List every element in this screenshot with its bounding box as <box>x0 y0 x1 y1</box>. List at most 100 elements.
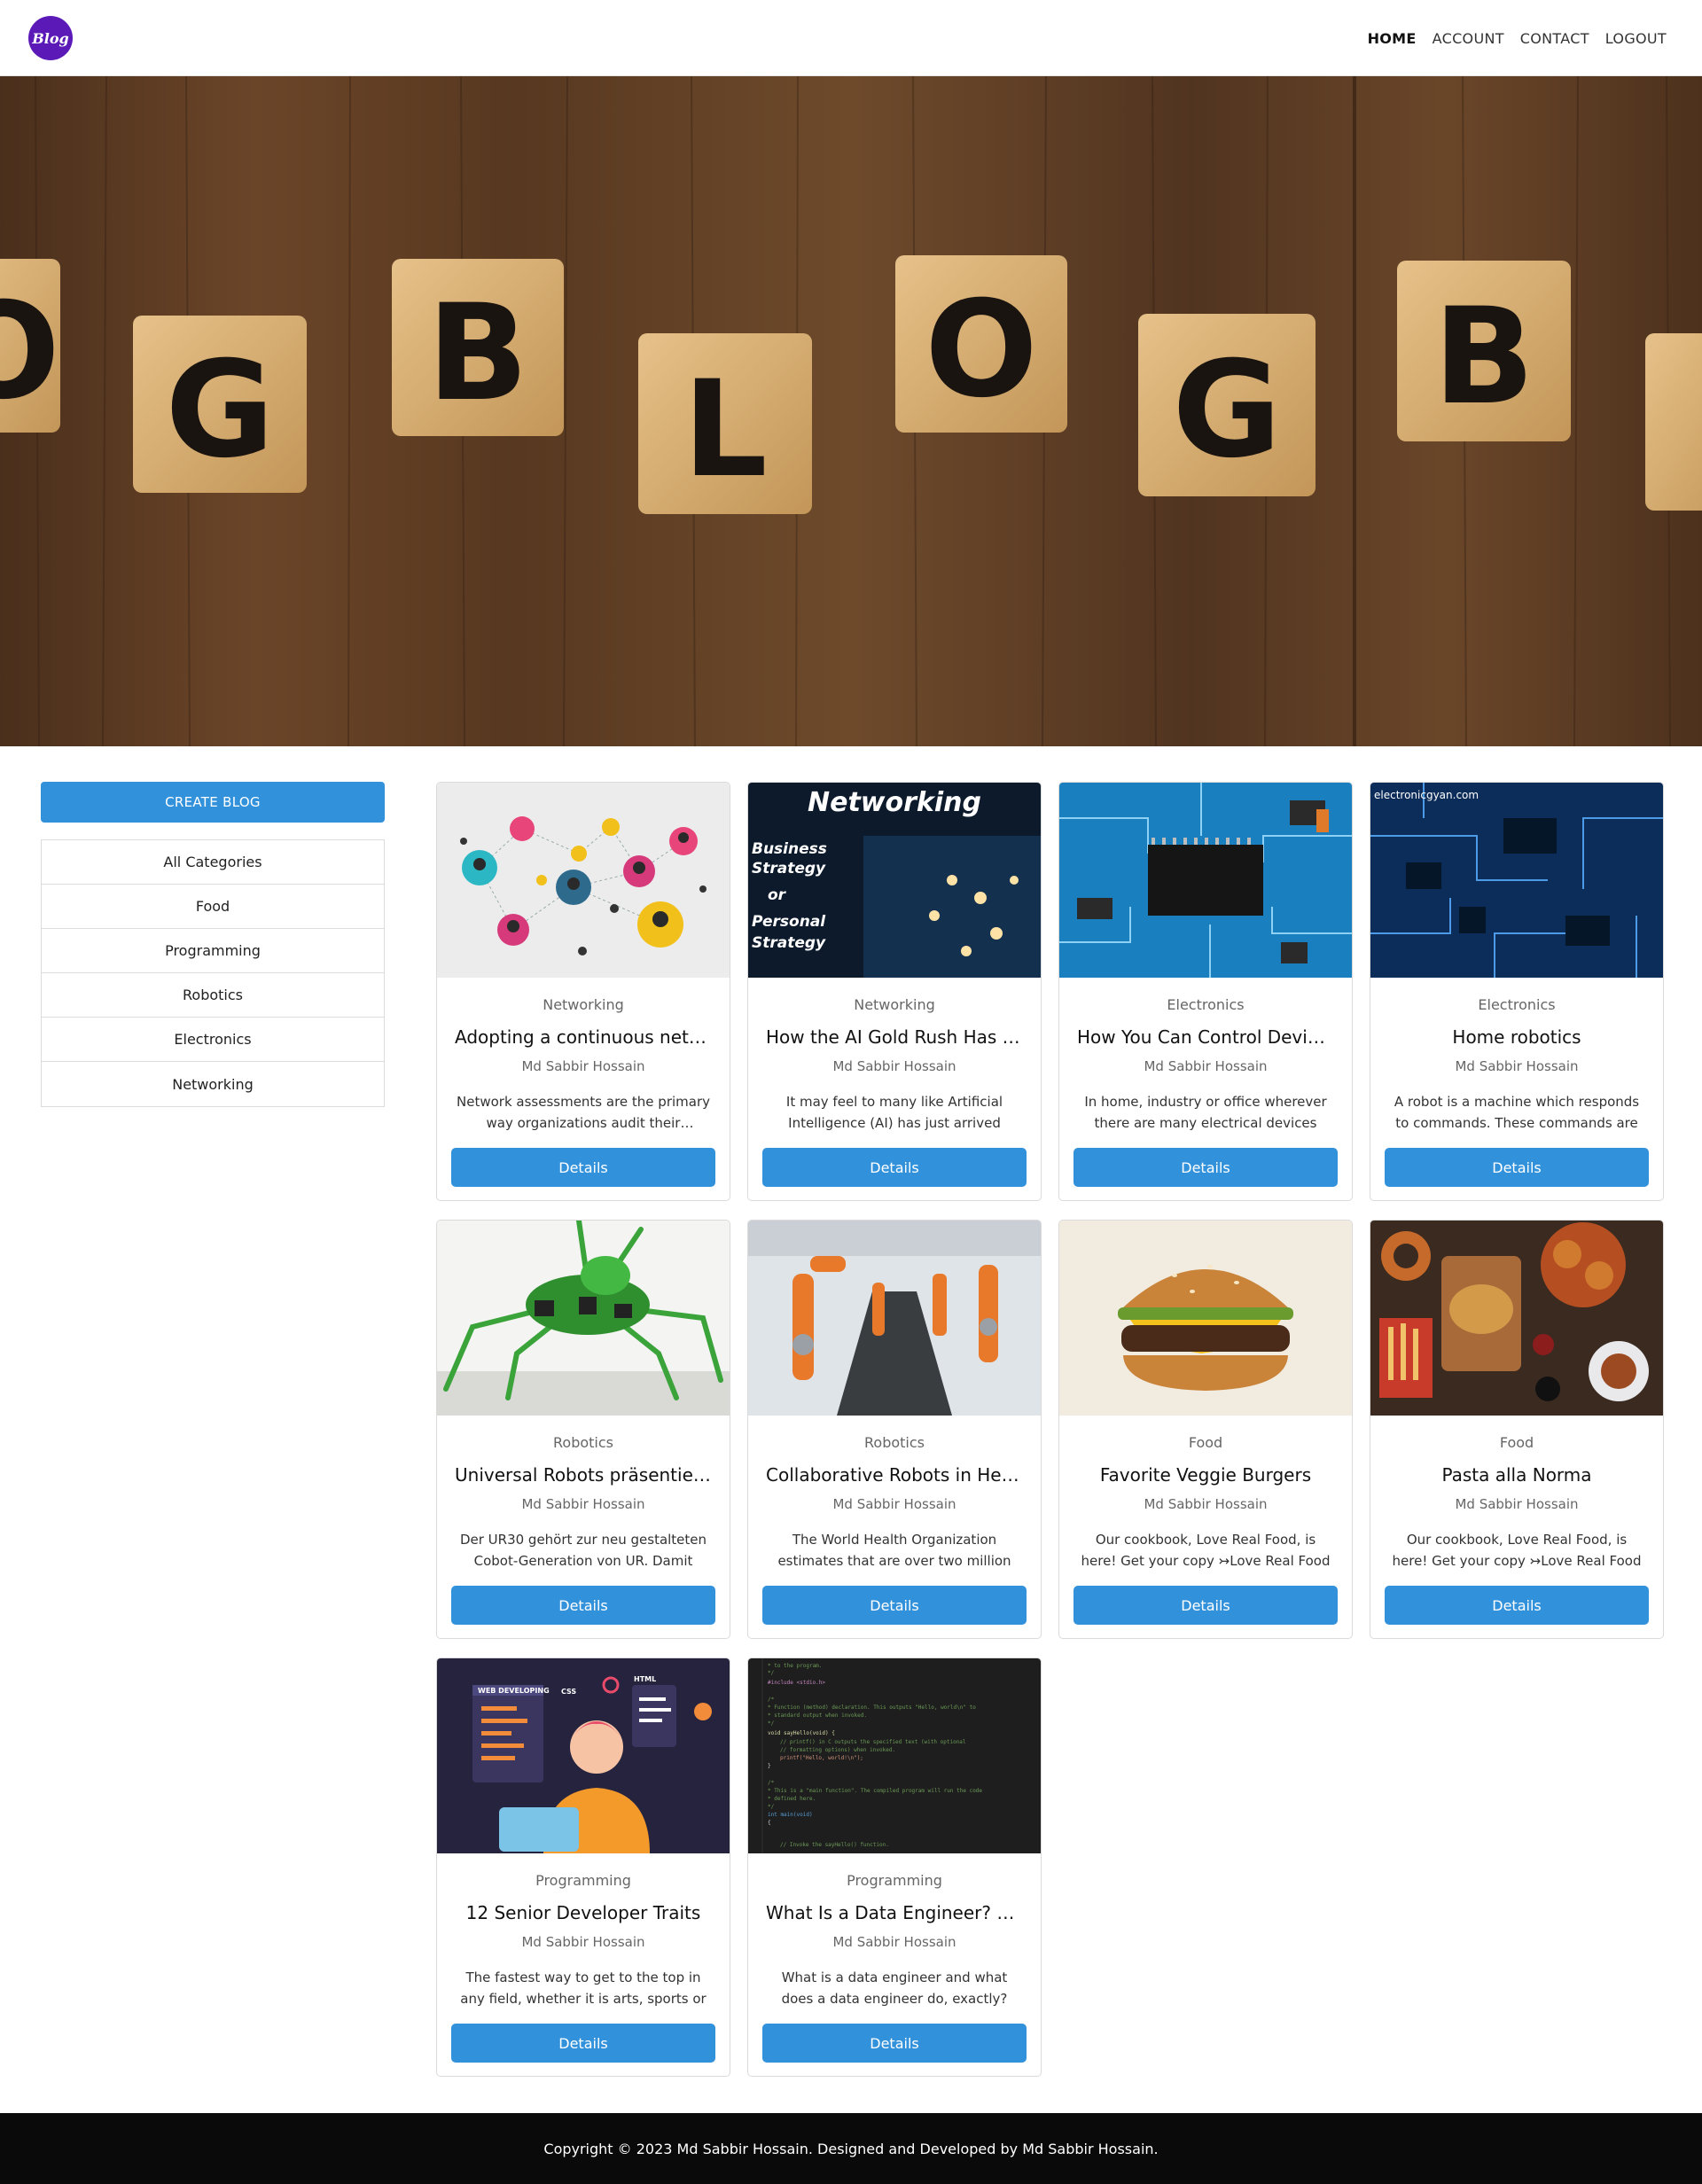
code-line: printf("Hello, world!\n"); <box>780 1755 863 1761</box>
category-programming[interactable]: Programming <box>42 929 384 973</box>
post-title: Collaborative Robots in Healthcare <box>766 1464 1023 1486</box>
post-title: Home robotics <box>1452 1026 1581 1048</box>
post-image-network-people <box>437 783 730 978</box>
hero-wood-image: O G B L O G B <box>0 76 1702 746</box>
details-button[interactable]: Details <box>762 1586 1027 1625</box>
post-excerpt: Network assessments are the primary way … <box>457 1094 710 1131</box>
code-line: /* <box>768 1780 775 1786</box>
category-food[interactable]: Food <box>42 885 384 929</box>
post-card: Electronics How You Can Control Devices … <box>1058 782 1353 1201</box>
post-category: Programming <box>847 1872 942 1889</box>
code-line: */ <box>768 1804 775 1810</box>
image-caption: CSS <box>561 1688 576 1696</box>
image-caption: Business <box>752 840 827 858</box>
post-title: 12 Senior Developer Traits <box>465 1902 701 1923</box>
category-robotics[interactable]: Robotics <box>42 973 384 1018</box>
post-title: How You Can Control Devices <box>1077 1026 1334 1048</box>
post-card: Food Favorite Veggie Burgers Md Sabbir H… <box>1058 1220 1353 1639</box>
post-title: What Is a Data Engineer? A Guide <box>766 1902 1023 1923</box>
details-button[interactable]: Details <box>451 1586 715 1625</box>
post-image-networking-strategy: Networking Business Strategy or Personal… <box>748 783 1041 978</box>
code-line: #include <stdio.h> <box>768 1680 825 1686</box>
post-title: Pasta alla Norma <box>1441 1464 1592 1486</box>
post-category: Robotics <box>553 1434 613 1451</box>
hero-tile-letter-3: B <box>427 277 528 431</box>
code-line: * defined here. <box>768 1796 816 1802</box>
category-all[interactable]: All Categories <box>42 840 384 885</box>
details-button[interactable]: Details <box>1385 1148 1649 1187</box>
post-author: Md Sabbir Hossain <box>521 1934 645 1950</box>
image-caption: Personal <box>752 913 826 931</box>
hero-tile-letter-5: O <box>925 273 1038 427</box>
post-category: Food <box>1499 1434 1534 1451</box>
post-excerpt: The fastest way to get to the top in any… <box>460 1970 707 2007</box>
post-author: Md Sabbir Hossain <box>832 1058 956 1074</box>
post-excerpt: Our cookbook, Love Real Food, is here! G… <box>1081 1532 1331 1569</box>
code-line: // Invoke the sayHello() function. <box>780 1842 889 1848</box>
post-excerpt: In home, industry or office wherever the… <box>1084 1094 1327 1131</box>
create-blog-button[interactable]: CREATE BLOG <box>41 782 385 823</box>
category-list: All Categories Food Programming Robotics… <box>41 839 385 1107</box>
post-author: Md Sabbir Hossain <box>832 1934 956 1950</box>
image-caption: WEB DEVELOPING <box>478 1687 550 1695</box>
post-card: Networking Adopting a continuous network… <box>436 782 730 1201</box>
post-author: Md Sabbir Hossain <box>521 1058 645 1074</box>
post-category: Robotics <box>864 1434 925 1451</box>
post-author: Md Sabbir Hossain <box>1455 1496 1579 1512</box>
hero-banner: O G B L O G B <box>0 76 1702 746</box>
details-button[interactable]: Details <box>1074 1148 1338 1187</box>
hero-tile-letter-7: B <box>1433 280 1534 434</box>
details-button[interactable]: Details <box>1385 1586 1649 1625</box>
post-author: Md Sabbir Hossain <box>1455 1058 1579 1074</box>
nav-logout-link[interactable]: LOGOUT <box>1605 30 1667 47</box>
brand-logo[interactable]: Blog <box>28 16 73 60</box>
image-caption: Networking <box>808 787 981 818</box>
post-category: Networking <box>854 996 935 1013</box>
details-button[interactable]: Details <box>451 1148 715 1187</box>
category-networking[interactable]: Networking <box>42 1062 384 1106</box>
image-caption: electronicgyan.com <box>1374 789 1479 801</box>
hero-tile-letter-2: G <box>165 333 274 488</box>
image-caption: HTML <box>634 1675 656 1683</box>
details-button[interactable]: Details <box>762 2024 1027 2063</box>
hero-tile-letter-6: G <box>1172 333 1281 488</box>
post-category: Networking <box>543 996 624 1013</box>
details-button[interactable]: Details <box>451 2024 715 2063</box>
code-line: * Function (method) declaration. This ou… <box>768 1704 976 1711</box>
footer: Copyright © 2023 Md Sabbir Hossain. Desi… <box>0 2113 1702 2184</box>
code-line: /* <box>768 1696 775 1703</box>
code-line: { <box>768 1820 771 1826</box>
post-title: How the AI Gold Rush Has the Potential <box>766 1026 1023 1048</box>
code-line: } <box>768 1763 771 1769</box>
post-author: Md Sabbir Hossain <box>832 1496 956 1512</box>
details-button[interactable]: Details <box>762 1148 1027 1187</box>
copyright-text: Copyright © 2023 Md Sabbir Hossain. Desi… <box>543 2140 1159 2157</box>
hero-tile-8 <box>1645 333 1702 511</box>
code-line: int main(void) <box>768 1812 813 1818</box>
post-category: Electronics <box>1167 996 1245 1013</box>
image-caption: Strategy <box>752 860 826 878</box>
post-excerpt: What is a data engineer and what does a … <box>781 1970 1008 2007</box>
post-category: Electronics <box>1478 996 1556 1013</box>
post-title: Universal Robots präsentiert den UR30 <box>455 1464 712 1486</box>
post-author: Md Sabbir Hossain <box>521 1496 645 1512</box>
post-card: Robotics Collaborative Robots in Healthc… <box>747 1220 1042 1639</box>
post-card: WEB DEVELOPING CSS HTML Programming 12 S… <box>436 1658 730 2077</box>
image-caption: Strategy <box>752 934 826 952</box>
image-caption: or <box>768 886 787 904</box>
post-category: Food <box>1188 1434 1223 1451</box>
nav-account-link[interactable]: ACCOUNT <box>1433 30 1504 47</box>
nav-home-link[interactable]: HOME <box>1368 30 1417 47</box>
post-author: Md Sabbir Hossain <box>1144 1496 1268 1512</box>
post-image-code-editor: * to the program. */ #include <stdio.h> … <box>748 1658 1041 1853</box>
nav-contact-link[interactable]: CONTACT <box>1520 30 1589 47</box>
post-card: Networking Business Strategy or Personal… <box>747 782 1042 1201</box>
category-electronics[interactable]: Electronics <box>42 1018 384 1062</box>
post-card: * to the program. */ #include <stdio.h> … <box>747 1658 1042 2077</box>
hero-tile-letter-1: O <box>0 275 60 429</box>
code-line: * This is a "main function". The compile… <box>768 1788 982 1794</box>
code-line: void sayHello(void) { <box>768 1730 835 1736</box>
post-excerpt: A robot is a machine which responds to c… <box>1394 1094 1640 1131</box>
details-button[interactable]: Details <box>1074 1586 1338 1625</box>
post-image-developer: WEB DEVELOPING CSS HTML <box>437 1658 730 1853</box>
